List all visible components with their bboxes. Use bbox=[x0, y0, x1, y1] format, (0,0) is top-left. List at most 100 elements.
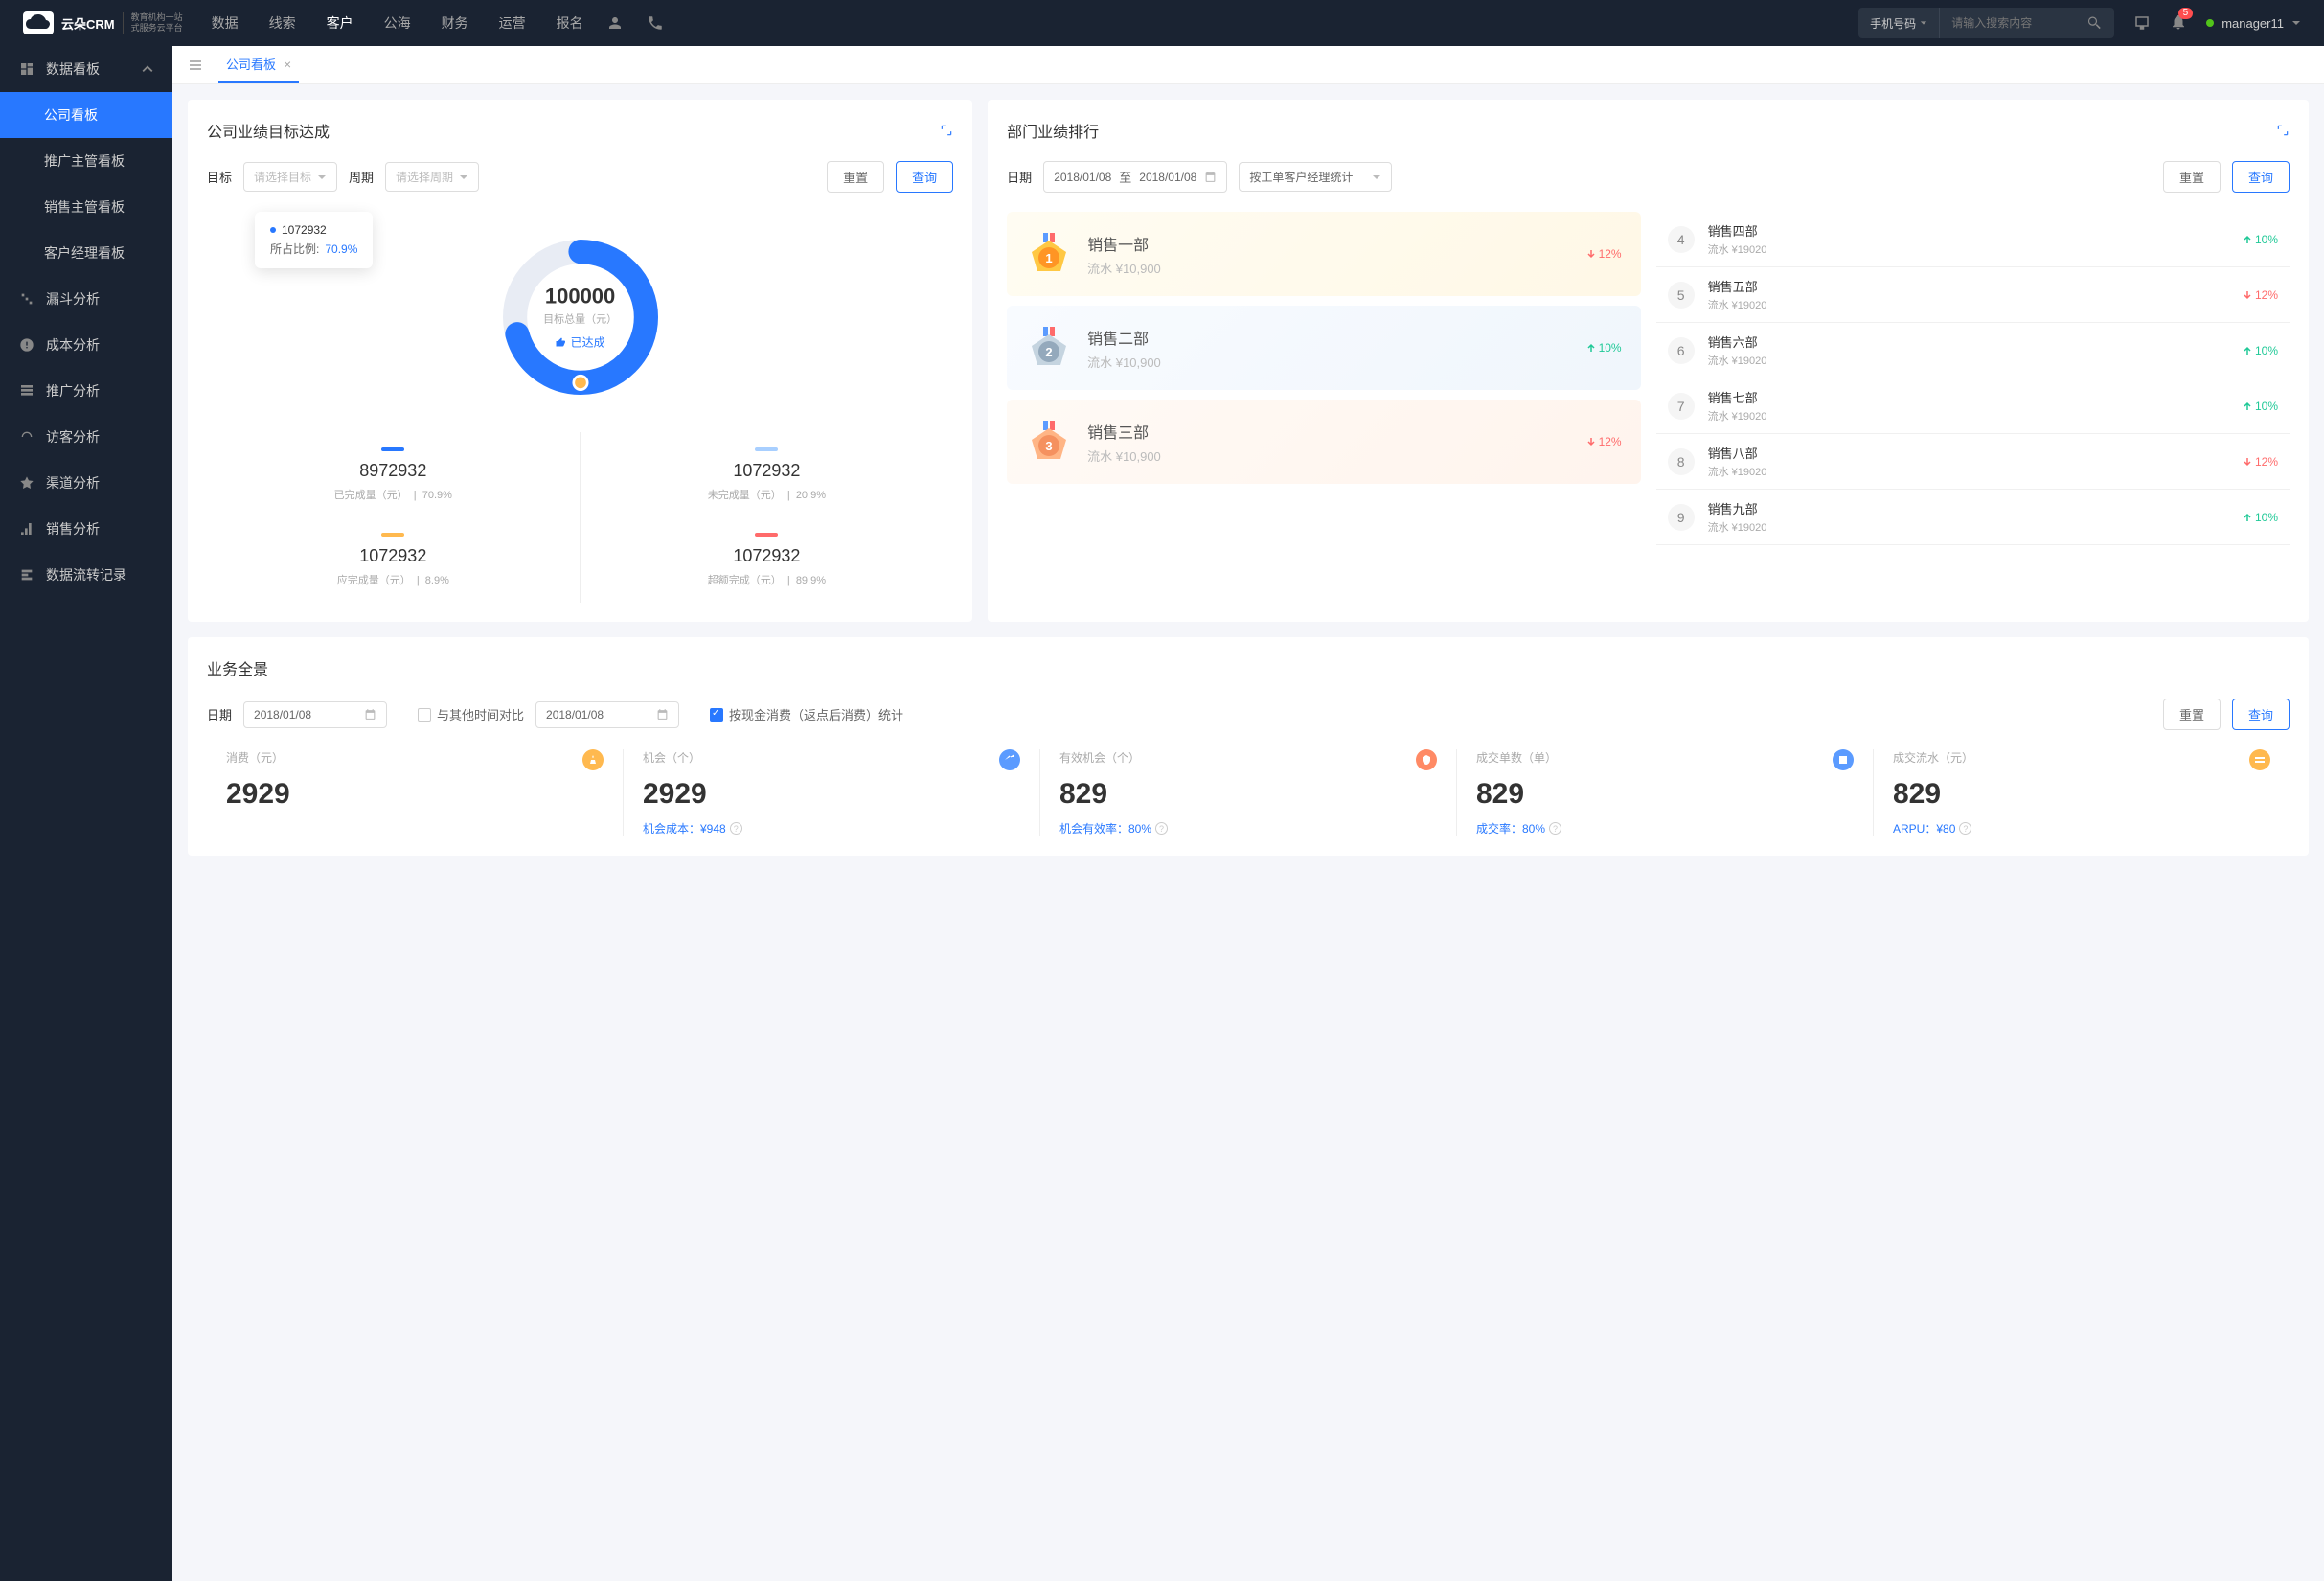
brand-name: 云朵CRM bbox=[61, 14, 115, 33]
kpi-icon bbox=[1416, 749, 1437, 770]
calendar-icon bbox=[656, 708, 669, 721]
medal-icon: 1 bbox=[1026, 231, 1072, 277]
menu-toggle-icon[interactable] bbox=[188, 57, 203, 73]
help-icon[interactable]: ? bbox=[1549, 822, 1561, 835]
period-filter-label: 周期 bbox=[349, 168, 374, 186]
search-input[interactable] bbox=[1940, 16, 2074, 30]
kpi-icon bbox=[2249, 749, 2270, 770]
sidebar-item[interactable]: 公司看板 bbox=[0, 92, 172, 138]
sidebar-link[interactable]: 数据流转记录 bbox=[0, 552, 172, 598]
stat-cell: 1072932超额完成（元） | 89.9% bbox=[581, 517, 954, 603]
sidebar-item[interactable]: 推广主管看板 bbox=[0, 138, 172, 184]
medal-icon: 2 bbox=[1026, 325, 1072, 371]
sidebar-link[interactable]: 销售分析 bbox=[0, 506, 172, 552]
user-name: manager11 bbox=[2221, 16, 2284, 31]
kpi-icon bbox=[1833, 749, 1854, 770]
sidebar: 数据看板 公司看板推广主管看板销售主管看板客户经理看板 漏斗分析成本分析推广分析… bbox=[0, 46, 172, 1581]
nav-item[interactable]: 公海 bbox=[384, 13, 411, 33]
menu-icon bbox=[19, 337, 34, 353]
sidebar-link[interactable]: 成本分析 bbox=[0, 322, 172, 368]
sidebar-link[interactable]: 漏斗分析 bbox=[0, 276, 172, 322]
target-reset-button[interactable]: 重置 bbox=[827, 161, 884, 193]
sidebar-group-header[interactable]: 数据看板 bbox=[0, 46, 172, 92]
chevron-up-icon bbox=[142, 63, 153, 75]
donut-center: 100000 目标总量（元） 已达成 bbox=[543, 285, 617, 351]
trend-badge: 10% bbox=[2243, 344, 2278, 357]
nav-item[interactable]: 报名 bbox=[557, 13, 583, 33]
podium-item: 2销售二部流水 ¥10,90010% bbox=[1007, 306, 1640, 390]
expand-icon[interactable] bbox=[940, 124, 953, 137]
menu-icon bbox=[19, 521, 34, 537]
stat-cell: 1072932应完成量（元） | 8.9% bbox=[207, 517, 581, 603]
sidebar-link[interactable]: 访客分析 bbox=[0, 414, 172, 460]
target-query-button[interactable]: 查询 bbox=[896, 161, 953, 193]
user-icon[interactable] bbox=[606, 14, 624, 32]
help-icon[interactable]: ? bbox=[1959, 822, 1971, 835]
sidebar-item[interactable]: 客户经理看板 bbox=[0, 230, 172, 276]
dashboard-icon bbox=[19, 61, 34, 77]
notification-icon[interactable]: 5 bbox=[2170, 13, 2187, 34]
overview-date2[interactable]: 2018/01/08 bbox=[535, 701, 679, 728]
user-menu[interactable]: manager11 bbox=[2206, 16, 2301, 31]
monitor-icon[interactable] bbox=[2133, 14, 2151, 32]
rank-item: 9销售九部流水 ¥1902010% bbox=[1656, 490, 2290, 545]
kpi-icon bbox=[999, 749, 1020, 770]
nav-item[interactable]: 客户 bbox=[327, 13, 353, 33]
menu-icon bbox=[19, 567, 34, 583]
phone-icon[interactable] bbox=[647, 14, 664, 32]
rank-item: 5销售五部流水 ¥1902012% bbox=[1656, 267, 2290, 323]
period-select[interactable]: 请选择周期 bbox=[385, 162, 479, 192]
overview-date1[interactable]: 2018/01/08 bbox=[243, 701, 387, 728]
calendar-icon bbox=[1204, 171, 1217, 183]
stat-cell: 8972932已完成量（元） | 70.9% bbox=[207, 432, 581, 517]
rank-date-range[interactable]: 2018/01/08 至 2018/01/08 bbox=[1043, 161, 1227, 193]
cash-checkbox[interactable]: 按现金消费（返点后消费）统计 bbox=[710, 705, 903, 723]
rank-reset-button[interactable]: 重置 bbox=[2163, 161, 2221, 193]
calendar-icon bbox=[364, 708, 376, 721]
help-icon[interactable]: ? bbox=[1155, 822, 1168, 835]
sidebar-link[interactable]: 推广分析 bbox=[0, 368, 172, 414]
stat-cell: 1072932未完成量（元） | 20.9% bbox=[581, 432, 954, 517]
kpi-cell: 消费（元）2929 bbox=[207, 749, 623, 836]
nav-item[interactable]: 运营 bbox=[499, 13, 526, 33]
compare-checkbox[interactable]: 与其他时间对比 bbox=[418, 705, 524, 723]
overview-date-label: 日期 bbox=[207, 705, 232, 723]
target-card: 公司业绩目标达成 目标 请选择目标 周期 请选择周期 重置 查询 bbox=[188, 100, 972, 622]
chevron-down-icon bbox=[2291, 18, 2301, 28]
expand-icon[interactable] bbox=[2276, 124, 2290, 137]
search-button[interactable] bbox=[2074, 8, 2114, 38]
sidebar-link[interactable]: 渠道分析 bbox=[0, 460, 172, 506]
tab-close-icon[interactable]: × bbox=[284, 57, 291, 72]
rank-item: 4销售四部流水 ¥1902010% bbox=[1656, 212, 2290, 267]
rank-title: 部门业绩排行 bbox=[1007, 119, 1099, 142]
svg-text:1: 1 bbox=[1046, 251, 1053, 265]
medal-icon: 3 bbox=[1026, 419, 1072, 465]
kpi-icon bbox=[582, 749, 604, 770]
kpi-cell: 有效机会（个）829机会有效率：80% ? bbox=[1039, 749, 1456, 836]
svg-text:2: 2 bbox=[1046, 345, 1053, 359]
rank-date-label: 日期 bbox=[1007, 168, 1032, 186]
status-dot bbox=[2206, 19, 2214, 27]
nav-item[interactable]: 数据 bbox=[212, 13, 239, 33]
trend-badge: 10% bbox=[2243, 511, 2278, 524]
sidebar-item[interactable]: 销售主管看板 bbox=[0, 184, 172, 230]
rank-groupby-select[interactable]: 按工单客户经理统计 bbox=[1239, 162, 1392, 192]
trend-badge: 10% bbox=[1586, 341, 1622, 355]
target-title: 公司业绩目标达成 bbox=[207, 119, 330, 142]
rank-query-button[interactable]: 查询 bbox=[2232, 161, 2290, 193]
logo: 云朵CRM 教育机构一站式服务云平台 bbox=[23, 11, 183, 34]
overview-query-button[interactable]: 查询 bbox=[2232, 699, 2290, 730]
kpi-cell: 成交单数（单）829成交率：80% ? bbox=[1456, 749, 1873, 836]
search-type-select[interactable]: 手机号码 bbox=[1858, 8, 1940, 38]
podium-item: 3销售三部流水 ¥10,90012% bbox=[1007, 400, 1640, 484]
tab-company-board[interactable]: 公司看板 × bbox=[218, 46, 299, 83]
trend-badge: 10% bbox=[2243, 400, 2278, 413]
brand-sub: 教育机构一站式服务云平台 bbox=[123, 12, 183, 34]
rank-item: 8销售八部流水 ¥1902012% bbox=[1656, 434, 2290, 490]
help-icon[interactable]: ? bbox=[730, 822, 742, 835]
nav-item[interactable]: 线索 bbox=[269, 13, 296, 33]
overview-reset-button[interactable]: 重置 bbox=[2163, 699, 2221, 730]
target-select[interactable]: 请选择目标 bbox=[243, 162, 337, 192]
trend-badge: 12% bbox=[1586, 435, 1622, 448]
nav-item[interactable]: 财务 bbox=[442, 13, 468, 33]
